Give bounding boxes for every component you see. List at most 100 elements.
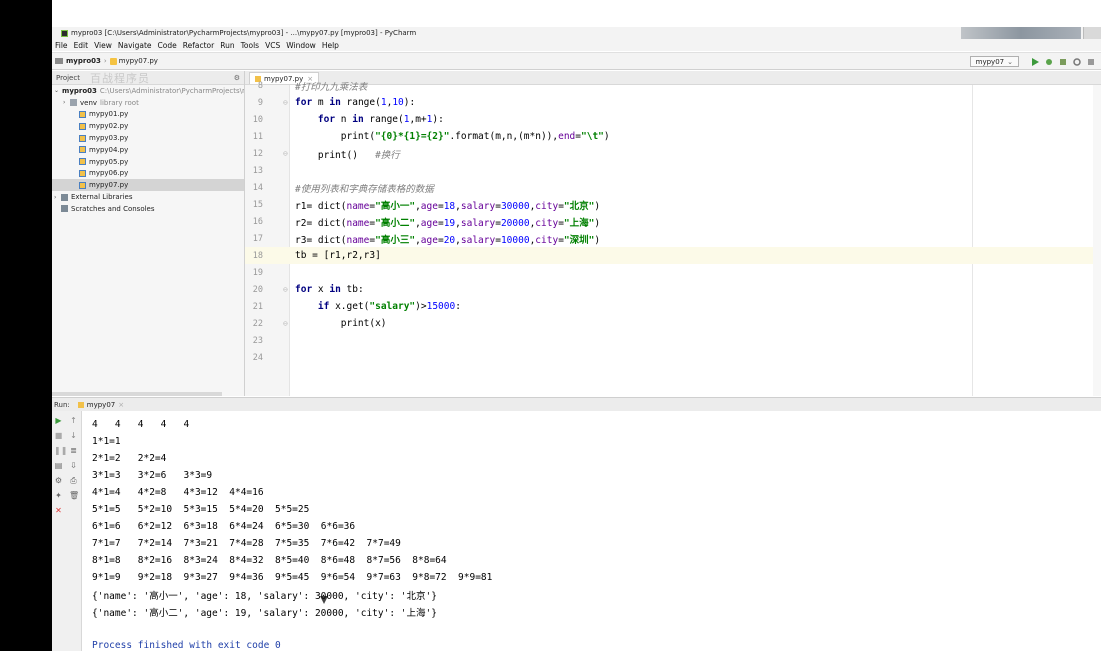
code-line[interactable]: 23 <box>245 332 1101 349</box>
chevron-right-icon[interactable]: › <box>54 194 61 201</box>
menu-view[interactable]: View <box>94 41 112 50</box>
code-line[interactable]: 17 r3= dict(name="高小三",age=20,salary=1000… <box>245 230 1101 247</box>
breadcrumb-file[interactable]: mypy07.py <box>119 57 158 65</box>
fold-icon[interactable]: ⊖ <box>283 149 288 158</box>
code-line[interactable]: 16 r2= dict(name="高小二",age=19,salary=2000… <box>245 213 1101 230</box>
tree-item[interactable]: mypy02.py <box>52 120 244 132</box>
code-text: #使用列表和字典存储表格的数据 <box>295 183 434 195</box>
pause-icon[interactable]: ❚❚ <box>54 446 67 455</box>
run-tab[interactable]: mypy07 × <box>77 401 124 409</box>
tree-item[interactable]: mypy06.py <box>52 168 244 180</box>
line-number: 11 <box>252 131 263 142</box>
line-number: 24 <box>252 352 263 363</box>
vertical-scrollbar[interactable] <box>1093 85 1101 396</box>
window-title: mypro03 [C:\Users\Administrator\PycharmP… <box>71 29 417 37</box>
code-line[interactable]: 24 <box>245 349 1101 366</box>
tree-item[interactable]: › External Libraries <box>52 191 244 203</box>
code-line[interactable]: 20 ⊖ for x in tb: <box>245 281 1101 298</box>
code-line[interactable]: 15 r1= dict(name="高小一",age=18,salary=3000… <box>245 196 1101 213</box>
code-line[interactable]: 22 ⊖ print(x) <box>245 315 1101 332</box>
tree-item[interactable]: › venv library root <box>52 97 244 109</box>
code-text: print() #换行 <box>295 149 400 161</box>
line-number: 22 <box>252 318 263 329</box>
menu-navigate[interactable]: Navigate <box>118 41 152 50</box>
line-number: 14 <box>252 182 263 193</box>
menu-help[interactable]: Help <box>322 41 339 50</box>
scroll-end-icon[interactable]: ⇩ <box>69 461 78 470</box>
coverage-icon[interactable] <box>1059 58 1067 66</box>
settings-icon[interactable]: ⚙ <box>54 476 63 485</box>
code-line[interactable]: 18 tb = [r1,r2,r3] <box>245 247 1101 264</box>
code-line[interactable]: 8 #打印九九乘法表 <box>245 77 1101 94</box>
rerun-icon[interactable]: ▶ <box>54 416 63 425</box>
close-run-icon[interactable]: ✕ <box>54 506 63 515</box>
code-line[interactable]: 21 if x.get("salary")>15000: <box>245 298 1101 315</box>
minimize-button[interactable] <box>1083 27 1101 39</box>
gear-icon[interactable]: ⚙ <box>234 74 240 82</box>
console-output-line: 3*1=3 3*2=6 3*3=9 <box>92 470 213 481</box>
menu-window[interactable]: Window <box>286 41 316 50</box>
up-icon[interactable]: ↑ <box>69 416 78 425</box>
code-line[interactable]: 13 <box>245 162 1101 179</box>
profile-icon[interactable] <box>1073 57 1081 66</box>
tree-item[interactable]: Scratches and Consoles <box>52 203 244 215</box>
fold-icon[interactable]: ⊖ <box>283 285 288 294</box>
menu-file[interactable]: File <box>55 41 68 50</box>
tree-item-label: mypro03 <box>62 86 97 95</box>
stop-icon[interactable] <box>1087 58 1095 66</box>
pycharm-app-icon <box>61 29 68 37</box>
menu-code[interactable]: Code <box>158 41 177 50</box>
code-line[interactable]: 19 <box>245 264 1101 281</box>
wrap-icon[interactable]: ≣ <box>69 446 78 455</box>
tree-item[interactable]: mypy05.py <box>52 156 244 168</box>
code-line[interactable]: 12 ⊖ print() #换行 <box>245 145 1101 162</box>
python-file-icon <box>77 401 84 408</box>
run-toolbar: ▶ ↑ ■ ↓ ❚❚ ≣ ▤ ⇩ ⚙ ⎙ ✦ 🗑 ✕ <box>52 411 82 651</box>
stop-icon[interactable]: ■ <box>54 431 63 440</box>
run-config-select[interactable]: mypy07 ⌄ <box>969 56 1019 67</box>
code-line[interactable]: 11 print("{0}*{1}={2}".format(m,n,(m*n))… <box>245 128 1101 145</box>
project-panel-title[interactable]: Project <box>56 74 80 82</box>
console-output-line: 2*1=2 2*2=4 <box>92 453 167 464</box>
code-line[interactable]: 14 #使用列表和字典存储表格的数据 <box>245 179 1101 196</box>
project-tree: ⌄ mypro03 C:\Users\Administrator\PycharmPr… <box>52 85 244 215</box>
code-line[interactable]: 9 ⊖ for m in range(1,10): <box>245 94 1101 111</box>
chevron-down-icon[interactable]: ⌄ <box>54 87 59 94</box>
horizontal-scrollbar[interactable] <box>52 392 222 396</box>
run-icon[interactable] <box>1031 57 1039 66</box>
run-console[interactable]: 4 4 4 4 4 1*1=1 2*1=2 2*2=4 3*1=3 3*2=6 3*3… <box>82 411 1101 651</box>
tree-item[interactable]: mypy04.py <box>52 144 244 156</box>
fold-icon[interactable]: ⊖ <box>283 98 288 107</box>
layout-icon[interactable]: ▤ <box>54 461 63 470</box>
console-output-line: {'name': '高小一', 'age': 18, 'salary': 300… <box>92 590 437 602</box>
tree-item-path: C:\Users\Administrator\PycharmProjects\m <box>99 86 244 95</box>
python-file-icon <box>79 134 86 142</box>
close-icon[interactable]: × <box>118 401 124 409</box>
run-config-label: mypy07 <box>975 57 1005 66</box>
menu-edit[interactable]: Edit <box>74 41 89 50</box>
chevron-right-icon[interactable]: › <box>63 99 70 106</box>
code-line[interactable]: 10 for n in range(1,m+1): <box>245 111 1101 128</box>
menu-run[interactable]: Run <box>220 41 234 50</box>
tree-item[interactable]: mypy01.py <box>52 109 244 121</box>
tree-item[interactable]: mypy07.py <box>52 179 244 192</box>
console-output-line: 9*1=9 9*2=18 9*3=27 9*4=36 9*5=45 9*6=54… <box>92 572 493 583</box>
fold-icon[interactable]: ⊖ <box>283 319 288 328</box>
code-text: r1= dict(name="高小一",age=18,salary=30000,… <box>295 200 601 212</box>
pin-icon[interactable]: ✦ <box>54 491 63 500</box>
line-number: 10 <box>252 114 263 125</box>
menu-bar: File Edit View Navigate Code Refactor Ru… <box>52 39 1101 51</box>
breadcrumb-project[interactable]: mypro03 <box>66 57 101 65</box>
trash-icon[interactable]: 🗑 <box>69 491 79 500</box>
menu-tools[interactable]: Tools <box>241 41 259 50</box>
print-icon[interactable]: ⎙ <box>69 476 78 485</box>
menu-vcs[interactable]: VCS <box>265 41 280 50</box>
debug-icon[interactable] <box>1045 58 1053 66</box>
tree-item[interactable]: ⌄ mypro03 C:\Users\Administrator\PycharmPr… <box>52 85 244 97</box>
tree-item[interactable]: mypy03.py <box>52 132 244 144</box>
tree-item-path: library root <box>100 98 139 107</box>
menu-refactor[interactable]: Refactor <box>183 41 214 50</box>
down-icon[interactable]: ↓ <box>69 431 78 440</box>
folder-icon <box>70 99 77 107</box>
watermark: 百战程序员 <box>89 71 150 85</box>
